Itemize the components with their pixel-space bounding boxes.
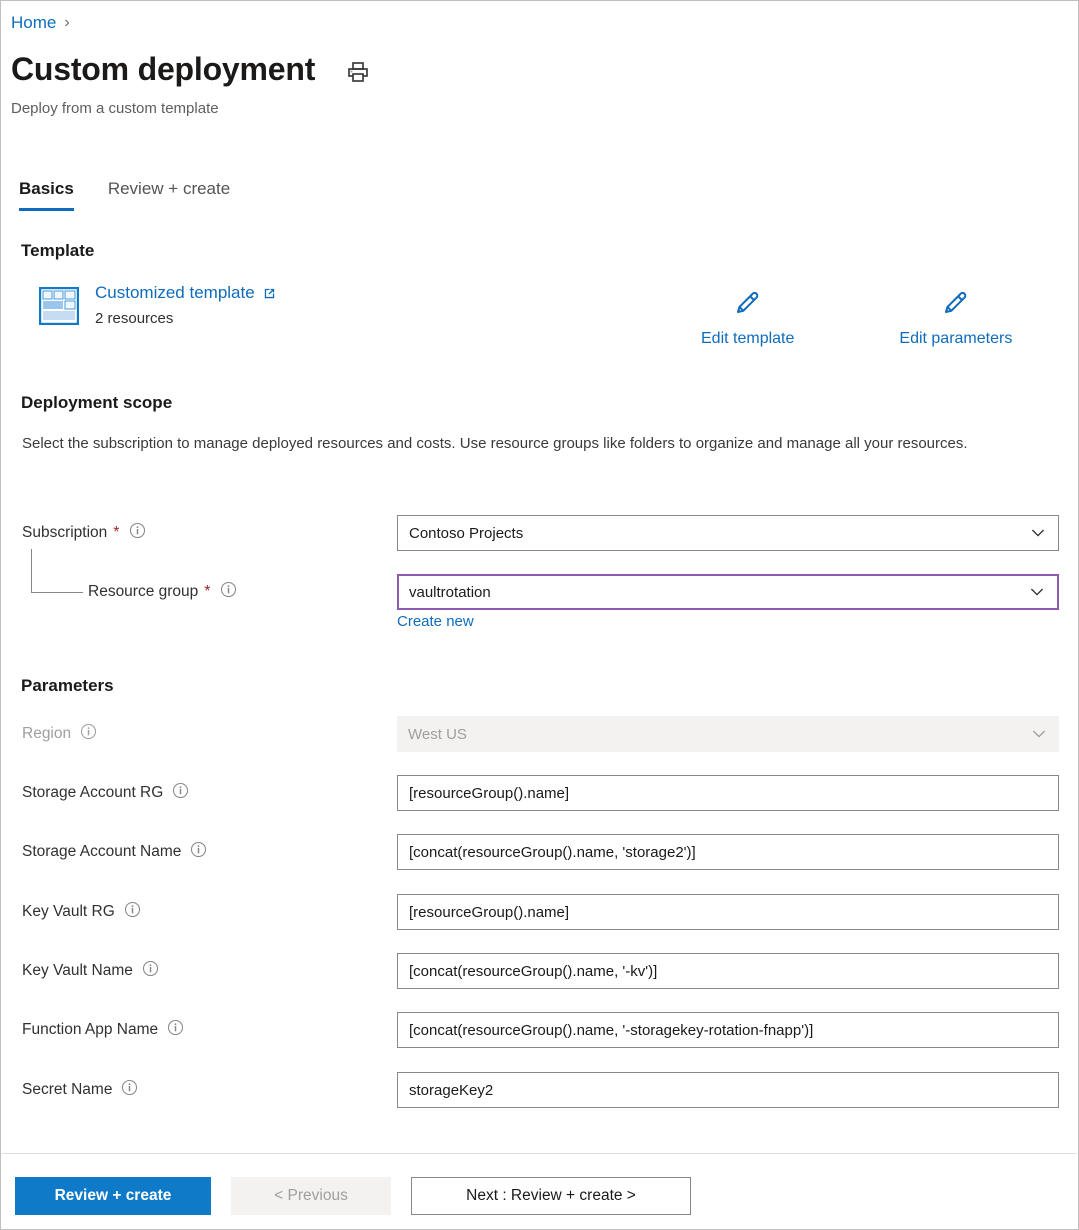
deployment-scope-heading: Deployment scope [21, 393, 172, 413]
key-vault-rg-label-group: Key Vault RG [22, 901, 141, 923]
subscription-value: Contoso Projects [409, 525, 523, 542]
edit-parameters-label: Edit parameters [899, 330, 1012, 348]
info-icon[interactable] [190, 841, 207, 863]
custom-deployment-page: Home › Custom deployment Deploy from a c… [0, 0, 1079, 1230]
subscription-row: Subscription * Contoso Projects [1, 515, 1079, 551]
previous-button: < Previous [231, 1177, 391, 1215]
key-vault-name-label: Key Vault Name [22, 962, 133, 980]
pencil-icon [732, 286, 764, 323]
function-app-name-value: [concat(resourceGroup().name, '-storagek… [409, 1022, 813, 1039]
required-asterisk: * [204, 584, 210, 600]
template-grid-icon [39, 287, 79, 330]
required-asterisk: * [113, 525, 119, 541]
storage-account-rg-input[interactable]: [resourceGroup().name] [397, 775, 1059, 811]
create-new-resource-group-link[interactable]: Create new [397, 613, 474, 630]
template-summary: Customized template 2 resources [39, 284, 277, 330]
subscription-select[interactable]: Contoso Projects [397, 515, 1059, 551]
chevron-down-icon [1031, 726, 1047, 742]
chevron-down-icon [1030, 525, 1046, 541]
page-title: Custom deployment [11, 51, 315, 88]
edit-template-label: Edit template [701, 330, 794, 348]
customized-template-link[interactable]: Customized template [95, 284, 277, 303]
parameter-row-function-app-name: Function App Name [concat(resourceGroup(… [1, 1012, 1079, 1048]
storage-account-name-value: [concat(resourceGroup().name, 'storage2'… [409, 844, 696, 861]
resource-group-select[interactable]: vaultrotation [397, 574, 1059, 610]
function-app-name-label: Function App Name [22, 1021, 158, 1039]
footer-actions: Review + create < Previous Next : Review… [15, 1177, 691, 1215]
info-icon[interactable] [172, 782, 189, 804]
region-label-group: Region [22, 723, 97, 745]
parameter-row-secret-name: Secret Name storageKey2 [1, 1072, 1079, 1108]
template-edit-actions: Edit template Edit parameters [701, 286, 1012, 348]
info-icon[interactable] [129, 522, 146, 544]
key-vault-rg-input[interactable]: [resourceGroup().name] [397, 894, 1059, 930]
key-vault-rg-label: Key Vault RG [22, 903, 115, 921]
parameter-row-storage-account-name: Storage Account Name [concat(resourceGro… [1, 834, 1079, 870]
resource-group-value: vaultrotation [409, 584, 491, 601]
resource-group-row: Resource group * vaultrotation [1, 574, 1079, 610]
storage-account-name-input[interactable]: [concat(resourceGroup().name, 'storage2'… [397, 834, 1059, 870]
tab-list: Basics Review + create [19, 179, 230, 211]
info-icon[interactable] [167, 1019, 184, 1041]
info-icon[interactable] [220, 581, 237, 603]
storage-account-rg-label: Storage Account RG [22, 784, 163, 802]
secret-name-input[interactable]: storageKey2 [397, 1072, 1059, 1108]
storage-account-rg-value: [resourceGroup().name] [409, 785, 569, 802]
chevron-down-icon [1029, 584, 1045, 600]
function-app-name-input[interactable]: [concat(resourceGroup().name, '-storagek… [397, 1012, 1059, 1048]
function-app-name-label-group: Function App Name [22, 1019, 184, 1041]
info-icon[interactable] [80, 723, 97, 745]
subscription-label: Subscription [22, 524, 107, 542]
tab-review-create[interactable]: Review + create [108, 179, 230, 211]
region-value: West US [408, 726, 467, 743]
key-vault-rg-value: [resourceGroup().name] [409, 904, 569, 921]
printer-icon[interactable] [345, 59, 371, 85]
secret-name-label: Secret Name [22, 1081, 112, 1099]
parameter-row-storage-account-rg: Storage Account RG [resourceGroup().name… [1, 775, 1079, 811]
key-vault-name-value: [concat(resourceGroup().name, '-kv')] [409, 963, 657, 980]
resource-group-label: Resource group [88, 583, 198, 601]
breadcrumb: Home › [11, 13, 70, 33]
storage-account-name-label: Storage Account Name [22, 843, 181, 861]
key-vault-name-label-group: Key Vault Name [22, 960, 159, 982]
breadcrumb-home-link[interactable]: Home [11, 13, 56, 33]
external-link-icon [262, 286, 277, 301]
info-icon[interactable] [121, 1079, 138, 1101]
storage-account-rg-label-group: Storage Account RG [22, 782, 189, 804]
customized-template-label: Customized template [95, 284, 255, 303]
parameter-row-region: Region West US [1, 716, 1079, 752]
subscription-label-group: Subscription * [22, 522, 146, 544]
storage-account-name-label-group: Storage Account Name [22, 841, 207, 863]
edit-parameters-button[interactable]: Edit parameters [899, 286, 1012, 348]
info-icon[interactable] [124, 901, 141, 923]
parameter-row-key-vault-rg: Key Vault RG [resourceGroup().name] [1, 894, 1079, 930]
next-review-create-button[interactable]: Next : Review + create > [411, 1177, 691, 1215]
region-select: West US [397, 716, 1059, 752]
key-vault-name-input[interactable]: [concat(resourceGroup().name, '-kv')] [397, 953, 1059, 989]
secret-name-value: storageKey2 [409, 1082, 493, 1099]
pencil-icon [940, 286, 972, 323]
template-section-heading: Template [21, 241, 94, 261]
breadcrumb-separator-icon: › [64, 14, 69, 32]
title-row: Custom deployment [11, 51, 371, 88]
parameter-row-key-vault-name: Key Vault Name [concat(resourceGroup().n… [1, 953, 1079, 989]
tab-basics[interactable]: Basics [19, 179, 74, 211]
page-subtitle: Deploy from a custom template [11, 100, 219, 117]
region-label: Region [22, 725, 71, 743]
deployment-scope-description: Select the subscription to manage deploy… [22, 433, 1012, 455]
resource-group-label-group: Resource group * [88, 581, 237, 603]
review-create-button[interactable]: Review + create [15, 1177, 211, 1215]
secret-name-label-group: Secret Name [22, 1079, 138, 1101]
info-icon[interactable] [142, 960, 159, 982]
edit-template-button[interactable]: Edit template [701, 286, 794, 348]
footer-divider [2, 1153, 1077, 1154]
parameters-heading: Parameters [21, 676, 114, 696]
template-resource-count: 2 resources [95, 310, 277, 327]
